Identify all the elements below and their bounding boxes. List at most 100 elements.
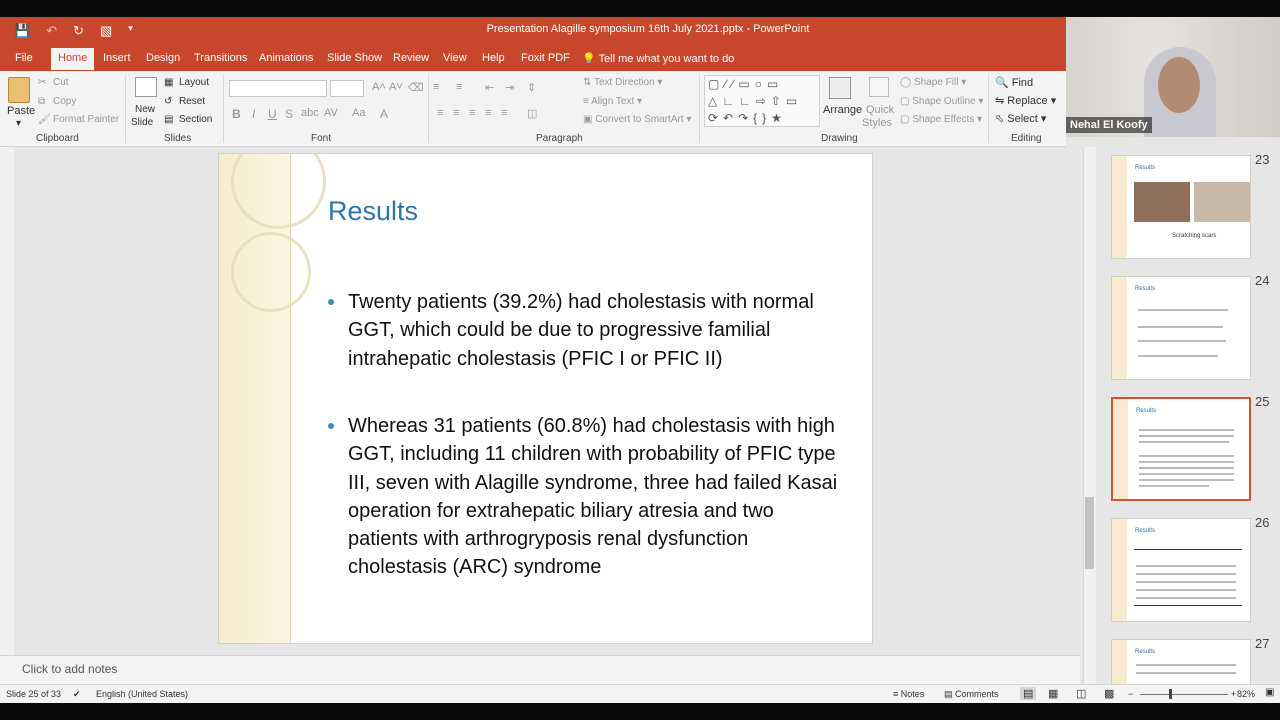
slide-thumbnail-24[interactable]: Results bbox=[1111, 276, 1251, 380]
tab-animations[interactable]: Animations bbox=[259, 52, 313, 64]
reset-icon[interactable]: ↺ bbox=[164, 96, 172, 107]
shapes-gallery[interactable]: ▢∕∕▭○▭ △∟∟⇨⇧▭ ⟳↶↷{}★ bbox=[704, 75, 820, 127]
arrange-icon[interactable] bbox=[829, 77, 851, 99]
tab-view[interactable]: View bbox=[443, 52, 467, 64]
slide-title[interactable]: Results bbox=[328, 196, 418, 227]
shape-effects-button[interactable]: ▢ Shape Effects ▾ bbox=[900, 114, 982, 125]
zoom-slider-thumb[interactable] bbox=[1169, 689, 1172, 699]
slide-canvas[interactable]: Results Twenty patients (39.2%) had chol… bbox=[218, 153, 873, 644]
tab-foxit-pdf[interactable]: Foxit PDF bbox=[521, 52, 570, 64]
paste-button[interactable]: Paste bbox=[7, 105, 35, 117]
copy-button[interactable]: Copy bbox=[53, 96, 76, 107]
bullet-item[interactable]: Twenty patients (39.2%) had cholestasis … bbox=[328, 288, 843, 373]
tab-file[interactable]: File bbox=[15, 52, 33, 64]
reset-button[interactable]: Reset bbox=[179, 96, 205, 107]
font-family-combo[interactable] bbox=[229, 80, 327, 97]
italic-icon[interactable]: I bbox=[252, 107, 255, 121]
quick-styles-button[interactable]: Quick bbox=[866, 104, 894, 116]
fit-to-window-icon[interactable]: ▣ bbox=[1265, 687, 1274, 698]
columns-icon[interactable]: ◫ bbox=[527, 107, 537, 120]
shape-outline-button[interactable]: ▢ Shape Outline ▾ bbox=[900, 96, 983, 107]
zoom-in-icon[interactable]: + bbox=[1231, 689, 1236, 699]
cut-button[interactable]: Cut bbox=[53, 77, 69, 88]
reading-view-icon[interactable]: ◫ bbox=[1076, 687, 1086, 700]
paste-dropdown-icon[interactable]: ▾ bbox=[16, 118, 21, 129]
slide-thumbnail-26[interactable]: Results bbox=[1111, 518, 1251, 622]
bullets-icon[interactable]: ≡ bbox=[433, 81, 439, 93]
align-center-icon[interactable]: ≡ bbox=[453, 107, 459, 119]
ribbon-home: Paste ▾ ✂ Cut ⧉ Copy 🖌 Format Painter Cl… bbox=[0, 71, 1066, 147]
increase-indent-icon[interactable]: ⇥ bbox=[505, 81, 514, 94]
align-text-button[interactable]: ≡ Align Text ▾ bbox=[583, 96, 642, 107]
arrange-button[interactable]: Arrange bbox=[823, 104, 862, 116]
notes-placeholder[interactable]: Click to add notes bbox=[22, 662, 117, 676]
convert-smartart-button[interactable]: ▣ Convert to SmartArt ▾ bbox=[583, 114, 691, 125]
layout-button[interactable]: Layout bbox=[179, 77, 209, 88]
tab-insert[interactable]: Insert bbox=[103, 52, 131, 64]
strikethrough-icon[interactable]: abc bbox=[301, 107, 319, 119]
decrease-indent-icon[interactable]: ⇤ bbox=[485, 81, 494, 94]
section-button[interactable]: Section bbox=[179, 114, 212, 125]
bold-icon[interactable]: B bbox=[232, 107, 241, 121]
spellcheck-icon[interactable]: ✔ bbox=[73, 689, 81, 700]
new-slide-button-line2[interactable]: Slide bbox=[131, 117, 153, 128]
zoom-out-icon[interactable]: − bbox=[1128, 689, 1133, 699]
paste-icon[interactable] bbox=[8, 77, 30, 103]
slide-thumbnail-27[interactable]: Results bbox=[1111, 639, 1251, 684]
new-slide-button[interactable]: New bbox=[135, 104, 155, 115]
format-painter-button[interactable]: Format Painter bbox=[53, 114, 119, 125]
slide-sorter-icon[interactable]: ▦ bbox=[1048, 687, 1058, 700]
notes-pane[interactable]: Click to add notes bbox=[0, 655, 1080, 684]
zoom-slider[interactable] bbox=[1140, 694, 1228, 695]
numbering-icon[interactable]: ≡ bbox=[456, 81, 462, 93]
replace-button[interactable]: ⇋ Replace ▾ bbox=[995, 94, 1056, 107]
scrollbar-thumb[interactable] bbox=[1085, 497, 1094, 569]
new-slide-icon[interactable] bbox=[135, 77, 157, 97]
tell-me-search[interactable]: 💡 Tell me what you want to do bbox=[582, 52, 734, 65]
bullet-item[interactable]: Whereas 31 patients (60.8%) had cholesta… bbox=[328, 412, 843, 582]
normal-view-icon[interactable]: ▤ bbox=[1020, 687, 1037, 700]
tab-review[interactable]: Review bbox=[393, 52, 429, 64]
decrease-font-icon[interactable]: A˅ bbox=[389, 81, 403, 93]
quick-styles-icon[interactable] bbox=[869, 77, 889, 97]
font-size-combo[interactable] bbox=[330, 80, 364, 97]
tab-home[interactable]: Home bbox=[51, 48, 95, 70]
quick-styles-button-line2[interactable]: Styles bbox=[862, 117, 892, 129]
format-painter-icon[interactable]: 🖌 bbox=[38, 114, 51, 125]
thumbnail-band bbox=[1113, 399, 1128, 499]
slide-thumbnail-23[interactable]: Results Scratching scars bbox=[1111, 155, 1251, 259]
clear-formatting-icon[interactable]: ⌫ bbox=[408, 81, 424, 94]
line-spacing-icon[interactable]: ⇕ bbox=[527, 81, 536, 94]
character-spacing-icon[interactable]: AV bbox=[324, 107, 338, 119]
text-direction-button[interactable]: ⇅ Text Direction ▾ bbox=[583, 77, 662, 88]
change-case-icon[interactable]: Aa bbox=[352, 107, 365, 119]
comments-button[interactable]: ▤ Comments bbox=[944, 689, 999, 700]
align-right-icon[interactable]: ≡ bbox=[469, 107, 475, 119]
tab-help[interactable]: Help bbox=[482, 52, 505, 64]
underline-icon[interactable]: U bbox=[268, 107, 277, 121]
align-left-icon[interactable]: ≡ bbox=[437, 107, 443, 119]
tab-design[interactable]: Design bbox=[146, 52, 180, 64]
layout-icon[interactable]: ▦ bbox=[164, 77, 173, 88]
justify-icon[interactable]: ≡ bbox=[485, 107, 491, 119]
slide-count: Slide 25 of 33 bbox=[6, 689, 62, 699]
increase-font-icon[interactable]: A˄ bbox=[372, 81, 386, 93]
thumbnail-title: Results bbox=[1135, 649, 1156, 655]
copy-icon[interactable]: ⧉ bbox=[38, 96, 45, 107]
shape-fill-button[interactable]: ◯ Shape Fill ▾ bbox=[900, 77, 966, 88]
shadow-icon[interactable]: S bbox=[285, 107, 293, 121]
find-button[interactable]: 🔍 Find bbox=[995, 76, 1033, 89]
font-color-icon[interactable]: A bbox=[380, 107, 388, 121]
slideshow-view-icon[interactable]: ▩ bbox=[1104, 687, 1114, 700]
notes-button[interactable]: ≡ Notes bbox=[893, 689, 924, 699]
cut-icon[interactable]: ✂ bbox=[38, 77, 46, 88]
section-icon[interactable]: ▤ bbox=[164, 114, 173, 125]
editor-scrollbar[interactable] bbox=[1083, 147, 1096, 684]
tab-transitions[interactable]: Transitions bbox=[194, 52, 247, 64]
distributed-icon[interactable]: ≡ bbox=[501, 107, 507, 119]
tab-slide-show[interactable]: Slide Show bbox=[327, 52, 382, 64]
select-button[interactable]: ⬁ Select ▾ bbox=[995, 112, 1046, 125]
zoom-level-value[interactable]: 82% bbox=[1237, 689, 1255, 699]
slide-thumbnail-25[interactable]: Results bbox=[1111, 397, 1251, 501]
language-indicator[interactable]: English (United States) bbox=[96, 689, 188, 699]
